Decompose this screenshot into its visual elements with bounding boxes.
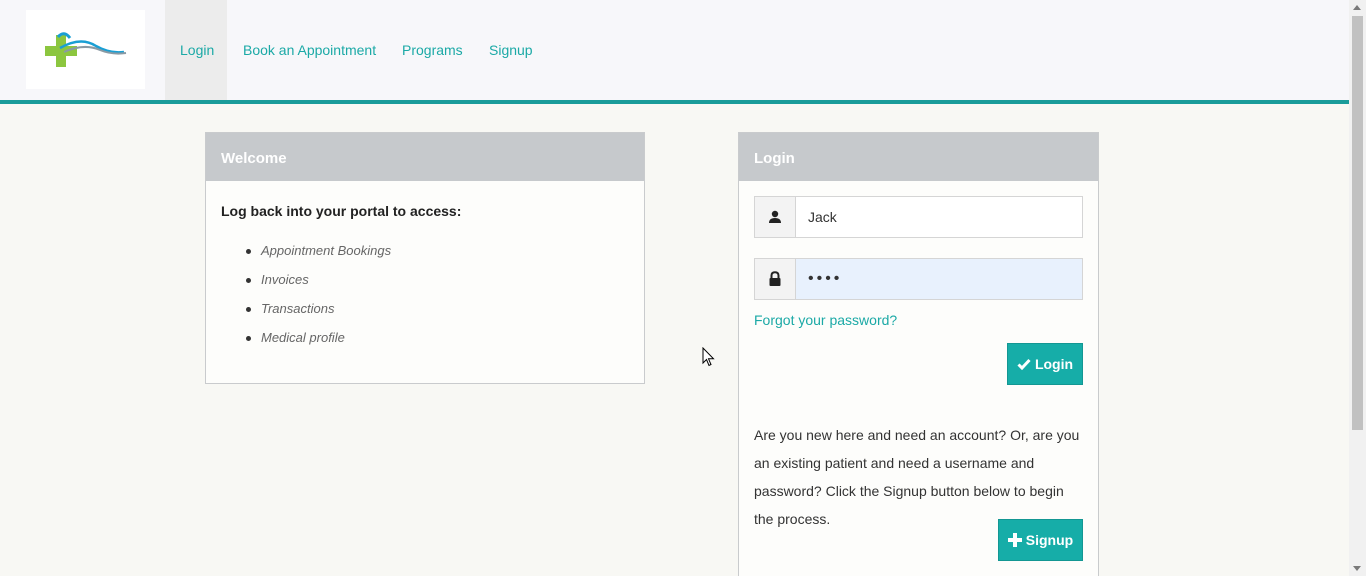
signup-button[interactable]: Signup (998, 519, 1083, 561)
login-panel: Login Forgot your password? Login Are yo… (738, 132, 1099, 576)
page-scrollbar[interactable] (1349, 0, 1366, 576)
welcome-feature-list: Appointment Bookings Invoices Transactio… (246, 243, 391, 359)
top-navbar: Login Book an Appointment Programs Signu… (0, 0, 1349, 104)
password-group (754, 258, 1083, 300)
password-input[interactable] (796, 259, 1082, 299)
nav-book-appointment[interactable]: Book an Appointment (243, 42, 376, 58)
list-item: Appointment Bookings (246, 243, 391, 272)
list-item: Transactions (246, 301, 391, 330)
signup-prompt-text: Are you new here and need an account? Or… (754, 427, 1080, 527)
login-button[interactable]: Login (1007, 343, 1083, 385)
signup-button-label: Signup (1025, 532, 1074, 548)
login-button-label: Login (1034, 356, 1074, 372)
scroll-down-icon[interactable] (1353, 566, 1361, 571)
lock-icon (755, 259, 796, 299)
scroll-thumb[interactable] (1352, 16, 1363, 430)
login-panel-title: Login (739, 133, 1098, 181)
cursor-icon (702, 347, 715, 367)
nav-login[interactable]: Login (180, 42, 214, 58)
username-input[interactable] (796, 197, 1082, 237)
username-group (754, 196, 1083, 238)
logo-icon (45, 32, 127, 67)
nav-programs[interactable]: Programs (402, 42, 463, 58)
check-icon (1017, 358, 1031, 370)
list-item: Invoices (246, 272, 391, 301)
welcome-lead-text: Log back into your portal to access: (221, 203, 462, 219)
welcome-panel-title: Welcome (206, 133, 644, 181)
nav-signup[interactable]: Signup (489, 42, 533, 58)
welcome-panel: Welcome Log back into your portal to acc… (205, 132, 645, 384)
plus-icon (1007, 533, 1022, 547)
user-icon (755, 197, 796, 237)
forgot-password-link[interactable]: Forgot your password? (754, 312, 897, 328)
logo[interactable] (26, 10, 145, 89)
list-item: Medical profile (246, 330, 391, 359)
scroll-up-icon[interactable] (1353, 5, 1361, 10)
